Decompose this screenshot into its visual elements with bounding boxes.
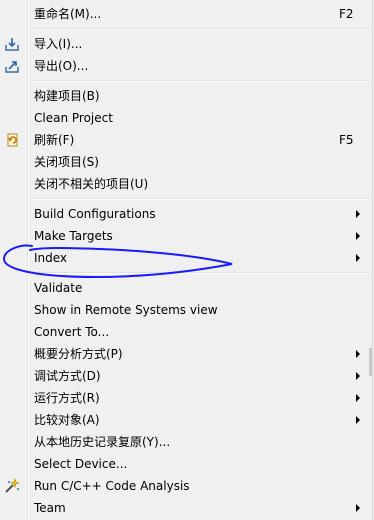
menu-item-close-project[interactable]: 关闭项目(S) — [0, 151, 372, 173]
menu-item-label: 导入(I)... — [34, 37, 83, 51]
menu-item-label: Build Configurations — [34, 207, 156, 221]
menu-item-profile-as[interactable]: 概要分析方式(P) — [0, 343, 372, 365]
menu-item-build-configurations[interactable]: Build Configurations — [0, 203, 372, 225]
menu-item-label: 导出(O)... — [34, 59, 89, 73]
import-icon — [4, 36, 20, 52]
menu-item-label: 调试方式(D) — [34, 369, 101, 383]
menu-item-label: 概要分析方式(P) — [34, 347, 123, 361]
menu-item-run-as[interactable]: 运行方式(R) — [0, 387, 372, 409]
code-analysis-wand-icon — [4, 478, 20, 494]
submenu-arrow-icon — [356, 504, 360, 512]
menu-item-compare-with[interactable]: 比较对象(A) — [0, 409, 372, 431]
submenu-arrow-icon — [356, 416, 360, 424]
menu-item-label: Convert To... — [34, 325, 110, 339]
menu-item-build-project[interactable]: 构建项目(B) — [0, 85, 372, 107]
menu-item-label: 从本地历史记录复原(Y)... — [34, 435, 171, 449]
menu-item-label: Show in Remote Systems view — [34, 303, 218, 317]
menu-item-export[interactable]: 导出(O)... — [0, 55, 372, 77]
submenu-arrow-icon — [356, 394, 360, 402]
menu-item-label: 关闭项目(S) — [34, 155, 99, 169]
submenu-arrow-icon — [356, 372, 360, 380]
menu-item-refresh[interactable]: 刷新(F) F5 — [0, 129, 372, 151]
menu-separator — [30, 198, 369, 200]
menu-item-label: Clean Project — [34, 111, 113, 125]
submenu-arrow-icon — [356, 232, 360, 240]
menu-item-select-device[interactable]: Select Device... — [0, 453, 372, 475]
menu-item-label: 关闭不相关的项目(U) — [34, 177, 149, 191]
menu-item-restore-from-local-history[interactable]: 从本地历史记录复原(Y)... — [0, 431, 372, 453]
menu-item-rename[interactable]: 重命名(M)... F2 — [0, 3, 372, 25]
menu-item-label: Index — [34, 251, 68, 265]
submenu-arrow-icon — [356, 210, 360, 218]
menu-item-index[interactable]: Index — [0, 247, 372, 269]
menu-item-clean-project[interactable]: Clean Project — [0, 107, 372, 129]
menu-item-convert-to[interactable]: Convert To... — [0, 321, 372, 343]
menu-item-label: 重命名(M)... — [34, 7, 102, 21]
export-icon — [4, 58, 20, 74]
menu-item-make-targets[interactable]: Make Targets — [0, 225, 372, 247]
menu-item-label: Validate — [34, 281, 83, 295]
menu-item-run-code-analysis[interactable]: Run C/C++ Code Analysis — [0, 475, 372, 497]
menu-separator — [30, 80, 369, 82]
menu-item-label: Make Targets — [34, 229, 113, 243]
menu-item-team[interactable]: Team — [0, 497, 372, 519]
menu-item-label: Run C/C++ Code Analysis — [34, 479, 190, 493]
menu-item-label: Team — [34, 501, 66, 515]
menu-item-label: 构建项目(B) — [34, 89, 100, 103]
submenu-arrow-icon — [356, 254, 360, 262]
adjacent-scrollbar-edge — [369, 348, 372, 376]
menu-item-label: 运行方式(R) — [34, 391, 100, 405]
menu-item-label: Select Device... — [34, 457, 128, 471]
menu-item-label: 比较对象(A) — [34, 413, 100, 427]
menu-item-show-in-remote-systems[interactable]: Show in Remote Systems view — [0, 299, 372, 321]
menu-item-close-unrelated-projects[interactable]: 关闭不相关的项目(U) — [0, 173, 372, 195]
menu-item-validate[interactable]: Validate — [0, 277, 372, 299]
refresh-icon — [4, 132, 20, 148]
menu-separator — [30, 272, 369, 274]
menu-separator — [30, 28, 369, 30]
context-menu: 重命名(M)... F2 导入(I)... 导出(O)... 构建项目(B) C… — [0, 0, 373, 520]
submenu-arrow-icon — [356, 350, 360, 358]
menu-item-label: 刷新(F) — [34, 133, 75, 147]
shortcut-label: F5 — [339, 133, 354, 147]
menu-item-import[interactable]: 导入(I)... — [0, 33, 372, 55]
menu-item-debug-as[interactable]: 调试方式(D) — [0, 365, 372, 387]
shortcut-label: F2 — [339, 7, 354, 21]
